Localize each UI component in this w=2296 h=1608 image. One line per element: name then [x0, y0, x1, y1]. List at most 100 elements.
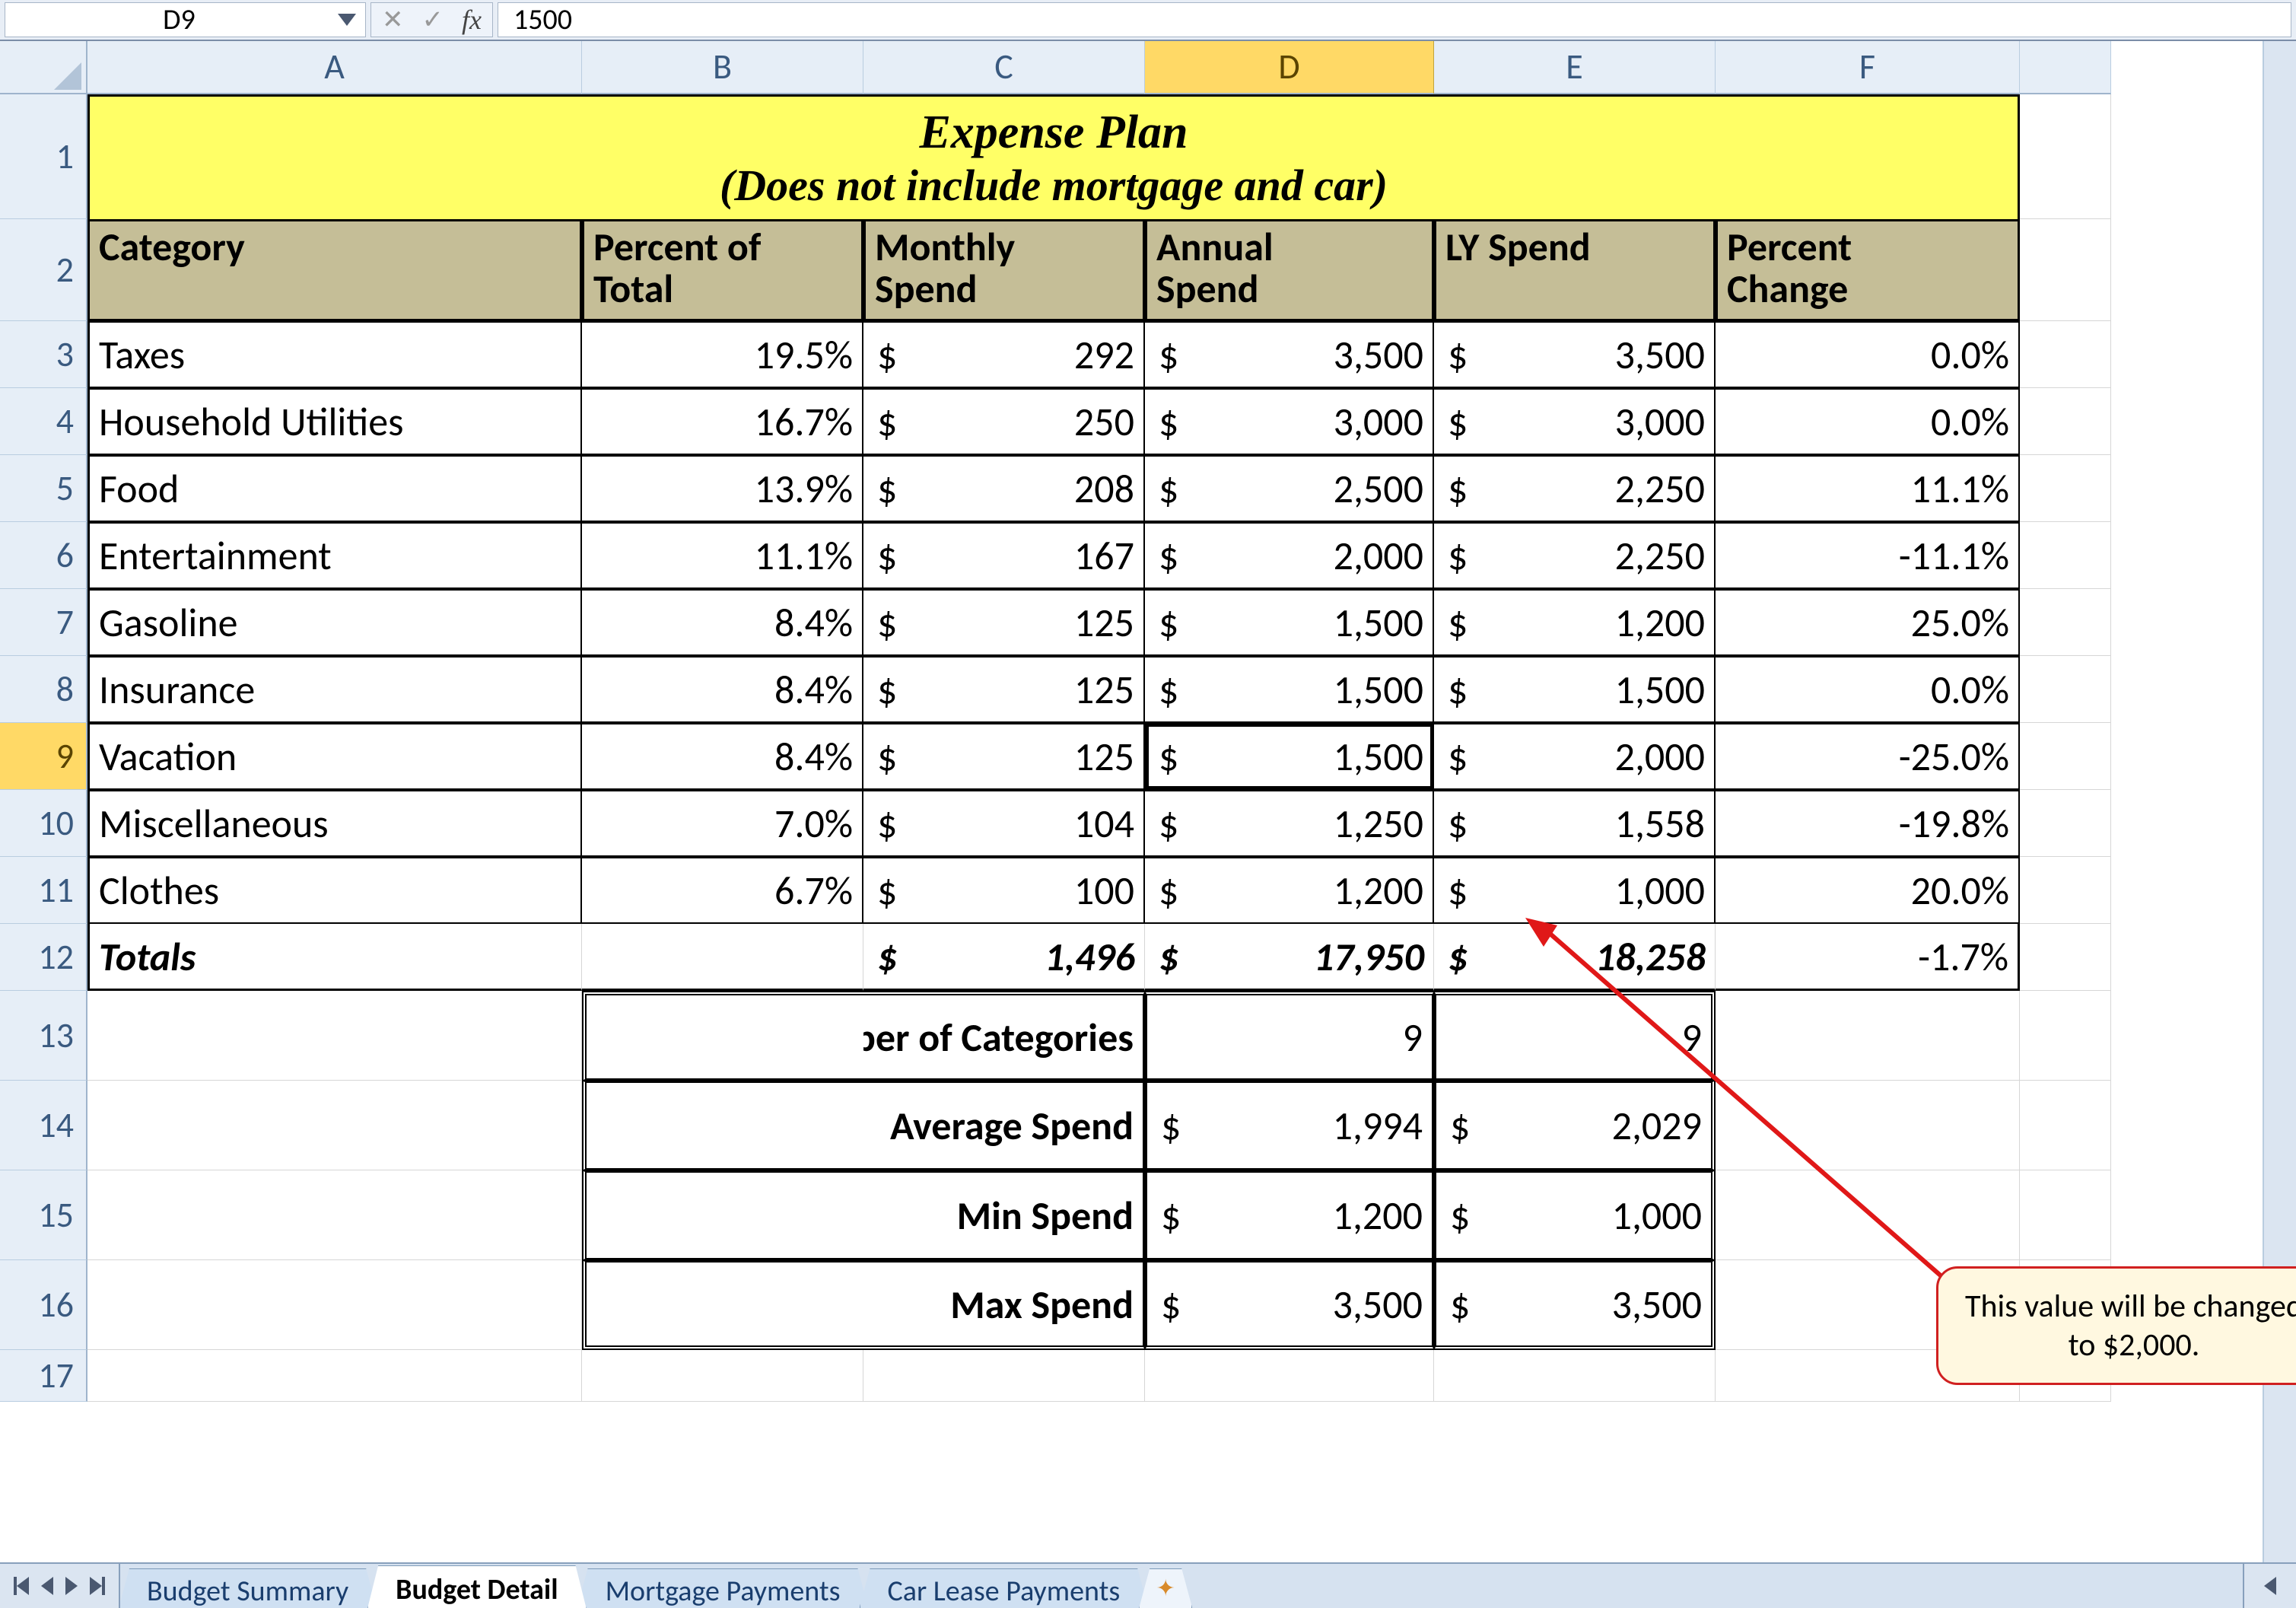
col-header-e[interactable]: E: [1434, 41, 1716, 94]
col-header-a[interactable]: A: [87, 41, 582, 94]
cell-a-stat[interactable]: [87, 1081, 582, 1170]
cell-g[interactable]: [2020, 790, 2111, 857]
row-header-9[interactable]: 9: [0, 723, 87, 790]
row-header-11[interactable]: 11: [0, 857, 87, 924]
tab-nav-next-icon[interactable]: [65, 1577, 78, 1595]
row-header-1[interactable]: 1: [0, 94, 87, 219]
row-header-3[interactable]: 3: [0, 321, 87, 388]
sheet-tab[interactable]: Budget Summary: [120, 1568, 377, 1608]
chevron-down-icon[interactable]: [338, 14, 356, 26]
cell-change[interactable]: 0.0%: [1716, 388, 2020, 455]
col-header-b[interactable]: B: [582, 41, 863, 94]
row-header-13[interactable]: 13: [0, 991, 87, 1081]
cell-monthly[interactable]: $125: [863, 656, 1145, 723]
cell-monthly[interactable]: $125: [863, 723, 1145, 790]
cell-pct[interactable]: 8.4%: [582, 656, 863, 723]
cell-f-stat[interactable]: [1716, 1081, 2020, 1170]
sheet-tab[interactable]: Mortgage Payments: [577, 1568, 869, 1608]
stats-label-2[interactable]: Average Spend: [863, 1081, 1145, 1170]
cell-pct[interactable]: 13.9%: [582, 455, 863, 522]
cell-g[interactable]: [2020, 723, 2111, 790]
stats-label[interactable]: [582, 991, 863, 1081]
sheet-tab[interactable]: Budget Detail: [367, 1565, 586, 1608]
header-annual[interactable]: AnnualSpend: [1145, 219, 1434, 321]
cell-monthly[interactable]: $104: [863, 790, 1145, 857]
cell-ly[interactable]: $1,558: [1434, 790, 1716, 857]
cell-category[interactable]: Food: [87, 455, 582, 522]
cell-category[interactable]: Entertainment: [87, 522, 582, 589]
cell-category[interactable]: Miscellaneous: [87, 790, 582, 857]
cell-g[interactable]: [2020, 656, 2111, 723]
header-monthly[interactable]: MonthlySpend: [863, 219, 1145, 321]
cell-d17[interactable]: [1145, 1350, 1434, 1402]
cell-a-stat[interactable]: [87, 1260, 582, 1350]
tab-nav-prev-icon[interactable]: [41, 1577, 53, 1595]
select-all-corner[interactable]: [0, 41, 87, 94]
cell-change[interactable]: 20.0%: [1716, 857, 2020, 924]
cell-c17[interactable]: [863, 1350, 1145, 1402]
cell-change[interactable]: -25.0%: [1716, 723, 2020, 790]
tab-nav-last-icon[interactable]: [90, 1577, 105, 1595]
sheet-tab[interactable]: Car Lease Payments: [860, 1568, 1149, 1608]
cell-ly[interactable]: $2,250: [1434, 522, 1716, 589]
row-header-6[interactable]: 6: [0, 522, 87, 589]
totals-change[interactable]: -1.7%: [1716, 924, 2020, 991]
totals-ly[interactable]: $18,258: [1434, 924, 1716, 991]
cell-monthly[interactable]: $250: [863, 388, 1145, 455]
row-header-2[interactable]: 2: [0, 219, 87, 321]
cell-g[interactable]: [2020, 388, 2111, 455]
cell-f-stat[interactable]: [1716, 1170, 2020, 1260]
stats-label[interactable]: [582, 1081, 863, 1170]
row-header-4[interactable]: 4: [0, 388, 87, 455]
cell-change[interactable]: 25.0%: [1716, 589, 2020, 656]
cell-annual[interactable]: $2,500: [1145, 455, 1434, 522]
header-pct[interactable]: Percent ofTotal: [582, 219, 863, 321]
totals-pct[interactable]: [582, 924, 863, 991]
cell-g-stat[interactable]: [2020, 991, 2111, 1081]
row-header-10[interactable]: 10: [0, 790, 87, 857]
cell-annual[interactable]: $2,000: [1145, 522, 1434, 589]
insert-sheet-icon[interactable]: ✦: [1139, 1568, 1192, 1608]
accept-icon[interactable]: ✓: [422, 5, 444, 36]
cell-category[interactable]: Insurance: [87, 656, 582, 723]
row-header-12[interactable]: 12: [0, 924, 87, 991]
cell-pct[interactable]: 7.0%: [582, 790, 863, 857]
cell-g12[interactable]: [2020, 924, 2111, 991]
cell-a-stat[interactable]: [87, 1170, 582, 1260]
stats-label-2[interactable]: Max Spend: [863, 1260, 1145, 1350]
cell-pct[interactable]: 11.1%: [582, 522, 863, 589]
name-box[interactable]: D9: [5, 2, 366, 37]
col-header-d[interactable]: D: [1145, 41, 1434, 94]
stats-e[interactable]: $1,000: [1434, 1170, 1716, 1260]
cell-category[interactable]: Taxes: [87, 321, 582, 388]
cell-annual[interactable]: $3,500: [1145, 321, 1434, 388]
row-header-17[interactable]: 17: [0, 1350, 87, 1402]
cell-pct[interactable]: 8.4%: [582, 723, 863, 790]
stats-label-2[interactable]: Min Spend: [863, 1170, 1145, 1260]
cell-ly[interactable]: $1,200: [1434, 589, 1716, 656]
cell-change[interactable]: 0.0%: [1716, 321, 2020, 388]
row-header-15[interactable]: 15: [0, 1170, 87, 1260]
cell-g2[interactable]: [2020, 219, 2111, 321]
stats-d[interactable]: $3,500: [1145, 1260, 1434, 1350]
cell-category[interactable]: Household Utilities: [87, 388, 582, 455]
cell-g[interactable]: [2020, 522, 2111, 589]
row-header-16[interactable]: 16: [0, 1260, 87, 1350]
cell-monthly[interactable]: $100: [863, 857, 1145, 924]
header-change[interactable]: PercentChange: [1716, 219, 2020, 321]
cell-category[interactable]: Clothes: [87, 857, 582, 924]
cell-monthly[interactable]: $125: [863, 589, 1145, 656]
stats-label[interactable]: [582, 1260, 863, 1350]
cell-b17[interactable]: [582, 1350, 863, 1402]
totals-monthly[interactable]: $1,496: [863, 924, 1145, 991]
cell-g[interactable]: [2020, 857, 2111, 924]
stats-d[interactable]: 9: [1145, 991, 1434, 1081]
row-header-5[interactable]: 5: [0, 455, 87, 522]
cell-annual[interactable]: $1,500: [1145, 656, 1434, 723]
stats-e[interactable]: 9: [1434, 991, 1716, 1081]
header-ly[interactable]: LY Spend: [1434, 219, 1716, 321]
cell-g[interactable]: [2020, 455, 2111, 522]
cancel-icon[interactable]: ✕: [382, 5, 404, 36]
tab-scroll-left-icon[interactable]: [2243, 1564, 2296, 1608]
cell-change[interactable]: 11.1%: [1716, 455, 2020, 522]
